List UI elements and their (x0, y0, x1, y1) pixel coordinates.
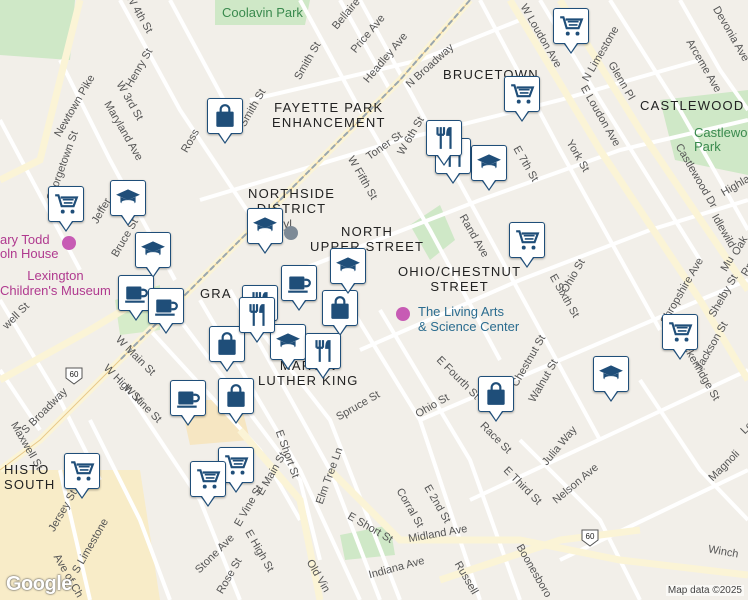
cup-marker[interactable] (170, 380, 206, 426)
cart-icon (69, 458, 95, 484)
university-icon (284, 226, 298, 240)
cart-marker[interactable] (64, 453, 100, 499)
dining-marker[interactable] (239, 297, 275, 343)
cup-icon (175, 385, 201, 411)
cup-marker[interactable] (148, 288, 184, 334)
route-60-shield: 60 (65, 367, 83, 385)
cap-icon (598, 361, 624, 387)
cart-marker[interactable] (553, 8, 589, 54)
district-label: FAYETTE PARK ENHANCEMENT (272, 100, 386, 130)
svg-text:60: 60 (70, 370, 79, 379)
cap-marker[interactable] (471, 145, 507, 191)
dining-icon (244, 302, 270, 328)
map-canvas[interactable]: 60 60 BRUCETOWN CASTLEWOOD FAYETTE PARK … (0, 0, 748, 600)
cart-icon (195, 466, 221, 492)
bag-icon (214, 331, 240, 357)
google-logo: Google (6, 573, 72, 595)
cap-icon (476, 150, 502, 176)
cart-icon (558, 13, 584, 39)
cart-icon (223, 452, 249, 478)
bag-marker[interactable] (207, 98, 243, 144)
district-label: NORTH UPPER STREET (310, 224, 425, 254)
bag-marker[interactable] (322, 290, 358, 336)
cap-marker[interactable] (270, 324, 306, 370)
cart-marker[interactable] (662, 314, 698, 360)
cup-icon (153, 293, 179, 319)
poi-label[interactable]: ary Todd oln House (0, 233, 59, 261)
district-label: GRA (200, 286, 232, 301)
poi-label[interactable]: Lexington Children's Museum (0, 268, 111, 298)
bag-marker[interactable] (218, 378, 254, 424)
bag-icon (223, 383, 249, 409)
street-layer: 60 60 (0, 0, 748, 600)
cart-marker[interactable] (504, 76, 540, 122)
cart-marker[interactable] (190, 461, 226, 507)
cap-marker[interactable] (593, 356, 629, 402)
cap-icon (275, 329, 301, 355)
cap-marker[interactable] (247, 208, 283, 254)
bag-icon (212, 103, 238, 129)
cart-icon (509, 81, 535, 107)
cart-icon (667, 319, 693, 345)
bag-marker[interactable] (478, 376, 514, 422)
cart-icon (514, 227, 540, 253)
dining-icon (310, 338, 336, 364)
cap-marker[interactable] (135, 232, 171, 278)
svg-text:60: 60 (586, 532, 595, 541)
bag-icon (327, 295, 353, 321)
cap-icon (252, 213, 278, 239)
cup-marker[interactable] (281, 265, 317, 311)
bag-icon (483, 381, 509, 407)
park-label: Castlewo Park (694, 125, 748, 154)
cart-marker[interactable] (509, 222, 545, 268)
cup-icon (286, 270, 312, 296)
museum-icon (396, 307, 410, 321)
dining-marker[interactable] (305, 333, 341, 379)
map-attribution[interactable]: Map data ©2025 (665, 585, 744, 596)
dining-marker[interactable] (426, 120, 462, 166)
cart-marker[interactable] (48, 186, 84, 232)
poi-label[interactable]: The Living Arts & Science Center (418, 304, 519, 334)
cap-marker[interactable] (330, 248, 366, 294)
cap-marker[interactable] (110, 180, 146, 226)
cap-icon (140, 237, 166, 263)
cap-icon (335, 253, 361, 279)
cup-icon (123, 280, 149, 306)
park-label: Coolavin Park (222, 5, 303, 20)
district-label: OHIO/CHESTNUT STREET (398, 264, 522, 294)
museum-icon (62, 236, 76, 250)
district-label: HISTO SOUTH (4, 462, 56, 492)
district-label: CASTLEWOOD (640, 98, 745, 113)
dining-icon (431, 125, 457, 151)
cart-icon (53, 191, 79, 217)
cap-icon (115, 185, 141, 211)
